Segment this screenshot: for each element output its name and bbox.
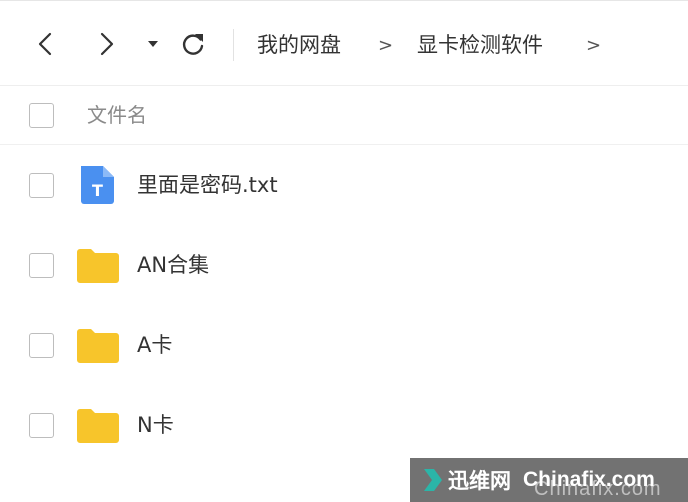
breadcrumb-separator[interactable]: > [586,32,601,60]
folder-icon [77,249,119,283]
chevron-left-icon [38,32,52,56]
breadcrumb-separator: > [378,35,394,56]
watermark-brand: 迅维网 [448,469,511,493]
folder-name[interactable]: AN合集 [137,250,209,280]
folder-icon [77,409,119,443]
back-button[interactable] [31,29,59,59]
refresh-button[interactable] [179,29,207,59]
folder-row[interactable]: N卡 [0,386,688,466]
watermark-logo-icon [424,469,442,491]
toolbar: 我的网盘 > 显卡检测软件 > [0,0,688,86]
toolbar-divider [233,29,234,61]
breadcrumb-current-folder[interactable]: 显卡检测软件 [417,31,543,59]
caret-down-icon [148,41,158,47]
folder-icon [77,329,119,363]
column-header-name[interactable]: 文件名 [87,101,147,129]
history-dropdown-button[interactable] [139,29,167,59]
refresh-icon [182,34,204,55]
row-checkbox[interactable] [29,413,54,438]
folder-row[interactable]: A卡 [0,306,688,386]
row-checkbox[interactable] [29,173,54,198]
file-browser: 我的网盘 > 显卡检测软件 > 文件名 T 里面是密码.txt AN合集 A卡 [0,0,688,502]
file-row[interactable]: T 里面是密码.txt [0,146,688,226]
select-all-checkbox[interactable] [29,103,54,128]
breadcrumb-root[interactable]: 我的网盘 [257,31,341,59]
file-name[interactable]: 里面是密码.txt [137,170,278,200]
txt-file-glyph: T [92,181,103,200]
chevron-right-icon [100,32,114,56]
watermark-subtext: Chinafix.com [534,478,662,500]
folder-name[interactable]: N卡 [137,410,174,440]
row-checkbox[interactable] [29,333,54,358]
forward-button[interactable] [93,29,121,59]
folder-row[interactable]: AN合集 [0,226,688,306]
folder-name[interactable]: A卡 [137,330,172,360]
row-checkbox[interactable] [29,253,54,278]
file-list-header: 文件名 [0,87,688,145]
txt-file-icon: T [81,166,114,204]
